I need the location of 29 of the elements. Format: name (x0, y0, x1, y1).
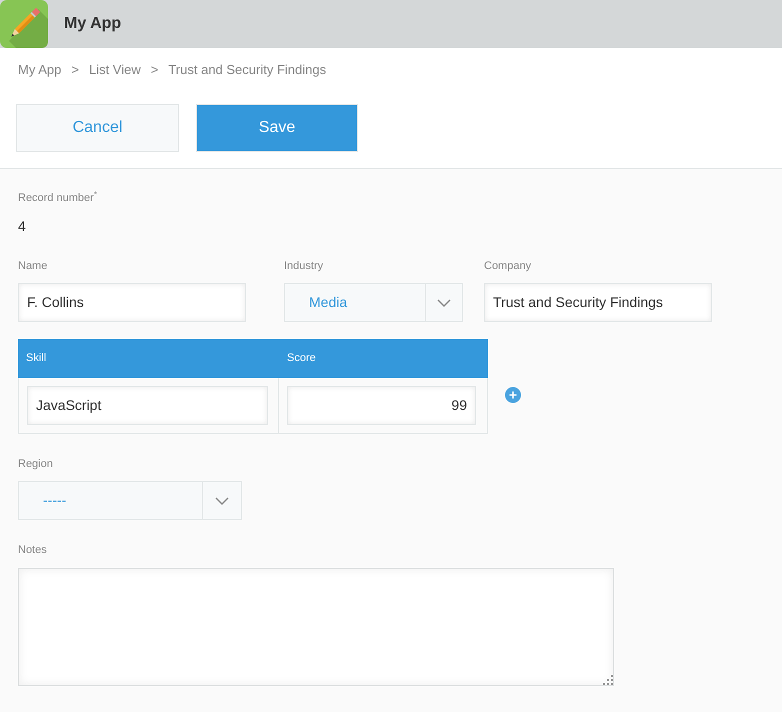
dropdown[interactable]: Media (284, 283, 463, 322)
app-icon[interactable] (0, 0, 48, 48)
input-field[interactable]: JavaScript (27, 386, 268, 425)
chevron-down-icon (215, 496, 229, 504)
field-label: Industry (284, 259, 324, 273)
textarea-field[interactable] (18, 568, 614, 686)
breadcrumb-separator: > (150, 62, 158, 78)
breadcrumb-separator: > (71, 62, 79, 78)
record-number-value: 4 (18, 217, 26, 235)
dropdown[interactable]: ----- (18, 481, 242, 520)
app-title: My App (64, 14, 122, 34)
cancel-button[interactable]: Cancel (16, 104, 179, 152)
resize-grip-icon[interactable] (603, 675, 613, 685)
breadcrumb-link[interactable]: List View (88, 62, 141, 78)
input-field[interactable]: 99 (287, 386, 476, 425)
add-row-icon[interactable] (505, 387, 521, 403)
field-label: Name (18, 259, 48, 273)
field-label: Region (18, 457, 53, 471)
field-label: Notes (18, 543, 47, 557)
column-header: Score (287, 351, 316, 366)
field-label: Company (484, 259, 532, 273)
save-button[interactable]: Save (196, 104, 358, 152)
input-field[interactable]: Trust and Security Findings (484, 283, 712, 322)
column-header: Skill (26, 351, 46, 366)
chevron-down-icon (437, 298, 451, 306)
input-field[interactable]: F. Collins (18, 283, 246, 322)
field-label: Record number$^{*}$ (18, 191, 98, 205)
breadcrumb-current: Trust and Security Findings (168, 62, 326, 78)
breadcrumb-link[interactable]: My App (18, 62, 62, 78)
